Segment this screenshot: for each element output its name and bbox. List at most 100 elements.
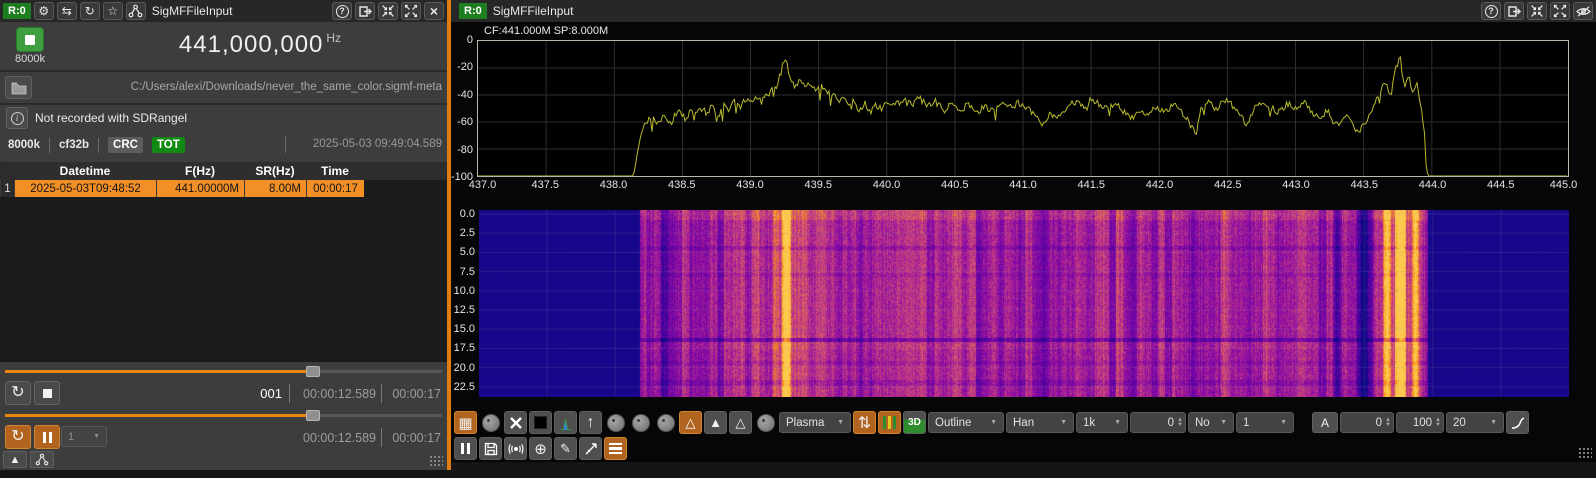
reload-icon[interactable]: ↻ (80, 2, 100, 20)
playback-speed-select[interactable]: 1▼ (61, 426, 107, 447)
shrink-icon[interactable] (1527, 2, 1547, 20)
shrink-icon[interactable] (378, 2, 398, 20)
stream-icon[interactable] (504, 437, 527, 460)
playback-position-slider[interactable] (5, 365, 442, 377)
col-time: Time (306, 162, 364, 180)
waterfall-y-tick: 17.5 (454, 342, 475, 354)
loop-position-slider[interactable] (5, 409, 442, 421)
resize-grip[interactable] (429, 455, 443, 468)
spectrum-toggle-icon[interactable]: ▲ (3, 451, 27, 468)
left-titlebar: R:0 ⚙ ⇆ ↻ ☆ SigMFFileInput ? × (0, 0, 447, 22)
move-workspace-icon[interactable] (1504, 2, 1524, 20)
spec-y-tick: -40 (457, 89, 473, 101)
window-select[interactable]: Han▼ (1006, 412, 1074, 433)
histogram-icon[interactable] (554, 411, 577, 434)
change-device-icon[interactable]: ⇆ (57, 2, 77, 20)
elapsed-time-2: 00:00:12.589 (296, 431, 376, 445)
max-hold-icon[interactable]: ↑ (579, 411, 602, 434)
style-select[interactable]: Outline▼ (928, 412, 1004, 433)
slider-handle[interactable] (306, 410, 320, 421)
help-icon[interactable]: ? (332, 2, 352, 20)
spectrum-menu-icon[interactable] (604, 437, 627, 460)
hide-icon[interactable] (1573, 2, 1593, 20)
decay-divisor-knob[interactable] (629, 411, 652, 434)
divider (0, 103, 447, 105)
crc-badge: CRC (108, 137, 143, 153)
spectrum-panel: R:0 SigMFFileInput ? CF:441.000M SP:8.00… (451, 0, 1596, 462)
stroke-knob[interactable] (654, 411, 677, 434)
grid-toggle-icon[interactable]: ▦ (454, 411, 477, 434)
slider-handle[interactable] (306, 366, 320, 377)
spec-x-tick: 443.5 (1350, 179, 1378, 191)
spec-x-tick: 438.5 (668, 179, 696, 191)
spec-x-tick: 439.5 (804, 179, 832, 191)
spec-y-tick: 0 (467, 34, 473, 46)
spec-x-tick: 444.0 (1419, 179, 1447, 191)
center-frequency-display[interactable]: 441,000,000Hz (140, 31, 380, 59)
histogram-toggle-icon[interactable] (878, 411, 901, 434)
range-spinner[interactable]: 100▲▼ (1396, 412, 1444, 433)
spec-x-tick: 445.0 (1550, 179, 1578, 191)
offset-spinner[interactable]: 0▲▼ (1130, 412, 1186, 433)
decay-knob[interactable] (604, 411, 627, 434)
spectrum-display[interactable] (477, 40, 1569, 177)
autoscale-button[interactable]: A (1312, 412, 1338, 433)
measure-caliper-icon[interactable] (579, 437, 602, 460)
spec-x-tick: 442.5 (1214, 179, 1242, 191)
total-time-2: 00:00:17 (387, 431, 441, 445)
spectrum-x-axis: 437.0437.5438.0438.5439.0439.5440.0440.5… (477, 179, 1569, 193)
resize-grip[interactable] (1578, 447, 1592, 460)
annotation-pencil-icon[interactable]: ✎ (554, 437, 577, 460)
waterfall-y-tick: 7.5 (460, 266, 475, 278)
help-icon[interactable]: ? (1481, 2, 1501, 20)
loop-toggle-button[interactable]: ↻ (5, 425, 31, 449)
divider (381, 384, 382, 403)
stop-button[interactable] (34, 381, 60, 405)
graph-toggle-icon[interactable] (30, 451, 54, 468)
waterfall-display[interactable] (479, 210, 1569, 397)
current-trace-icon[interactable]: △ (679, 411, 702, 434)
clear-spectrum-icon[interactable] (504, 411, 527, 434)
close-icon[interactable]: × (424, 2, 444, 20)
panel-title: SigMFFileInput (152, 4, 233, 18)
trace-intensity-knob[interactable] (754, 411, 777, 434)
calibration-curve-icon[interactable] (1506, 411, 1529, 434)
gradient-trace-icon[interactable]: △ (729, 411, 752, 434)
grid-intensity-knob[interactable] (479, 411, 502, 434)
pause-button[interactable] (34, 425, 60, 449)
save-icon[interactable] (479, 437, 502, 460)
settings-gear-icon[interactable]: ⚙ (34, 2, 54, 20)
move-workspace-icon[interactable] (355, 2, 375, 20)
elapsed-time: 00:00:12.589 (296, 387, 376, 401)
averaging-count-select[interactable]: 1▼ (1236, 412, 1294, 433)
level-select[interactable]: 20▼ (1446, 412, 1504, 433)
table-row[interactable]: 1 2025-05-03T09:48:52 441.00000M 8.00M 0… (0, 180, 447, 197)
spec-x-tick: 440.0 (873, 179, 901, 191)
expand-icon[interactable] (401, 2, 421, 20)
spec-x-tick: 440.5 (941, 179, 969, 191)
expand-icon[interactable] (1550, 2, 1570, 20)
meta-badges-row: 8000k cf32b CRC TOT (8, 134, 185, 156)
loop-button[interactable]: ↻ (5, 381, 31, 405)
waterfall-y-axis: 0.02.55.07.510.012.515.017.520.022.5 (451, 210, 477, 400)
freeze-icon[interactable] (454, 437, 477, 460)
spec-x-tick: 437.5 (531, 179, 559, 191)
open-file-button[interactable] (5, 76, 32, 99)
play-counter: 001 (252, 386, 282, 401)
spec-y-tick: -20 (457, 61, 473, 73)
fft-size-select[interactable]: 1k▼ (1076, 412, 1128, 433)
colormap-select[interactable]: Plasma▼ (779, 412, 851, 433)
info-button[interactable]: i (6, 107, 28, 129)
star-icon[interactable]: ☆ (103, 2, 123, 20)
waterfall-y-tick: 5.0 (460, 246, 475, 258)
marker-target-icon[interactable]: ⊕ (529, 437, 552, 460)
ref-level-spinner[interactable]: 0▲▼ (1340, 412, 1394, 433)
averaging-mode-select[interactable]: No▼ (1188, 412, 1234, 433)
start-stop-button[interactable] (16, 27, 44, 52)
filled-trace-icon[interactable]: ▲ (704, 411, 727, 434)
3d-spectrogram-icon[interactable]: 3D (903, 411, 926, 434)
reference-color-swatch[interactable] (529, 411, 552, 434)
waterfall-toggle-icon[interactable]: ⇅ (853, 411, 876, 434)
graph-nodes-icon[interactable] (126, 2, 146, 20)
col-datetime: Datetime (14, 162, 156, 180)
